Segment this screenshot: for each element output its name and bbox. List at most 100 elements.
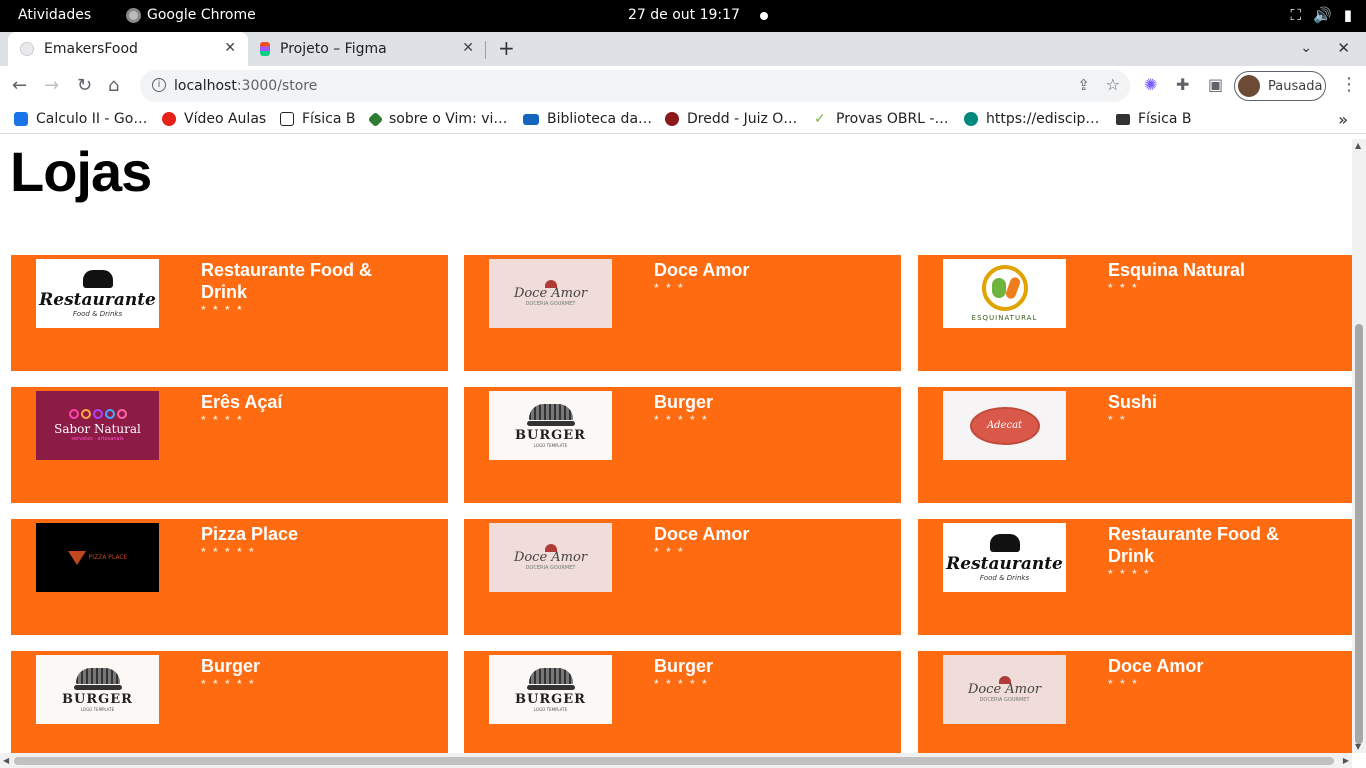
system-tray[interactable]: ⛶ 🔊 ▮	[1291, 6, 1352, 24]
bookmark-item[interactable]: sobre o Vim: vi…	[367, 111, 507, 127]
close-tab-icon[interactable]: ✕	[224, 40, 236, 56]
bookmark-item[interactable]: Dredd - Juiz O…	[665, 111, 797, 127]
clock[interactable]: 27 de out 19:17	[628, 7, 740, 23]
bookmark-item[interactable]: Calculo II - Go…	[14, 111, 147, 127]
store-logo[interactable]: Doce Amor DOCERIA GOURMET	[489, 523, 612, 592]
horizontal-scrollbar[interactable]: ◀ ▶	[0, 753, 1352, 768]
scroll-right-icon[interactable]: ▶	[1343, 756, 1349, 765]
scroll-left-icon[interactable]: ◀	[3, 756, 9, 765]
scrollbar-thumb[interactable]	[1355, 324, 1363, 744]
store-logo[interactable]: BURGER LOGO TEMPLATE	[36, 655, 159, 724]
store-name-text: Restaurante Food & Drink	[201, 260, 373, 302]
window-close-icon[interactable]: ✕	[1337, 39, 1350, 57]
carrot-icon	[1004, 275, 1021, 301]
store-name[interactable]: Erês Açaí * * * *	[201, 391, 401, 427]
store-logo[interactable]: PIZZA PLACE	[36, 523, 159, 592]
tab-search-chevron-icon[interactable]: ⌄	[1300, 40, 1312, 56]
store-card[interactable]: BURGER LOGO TEMPLATE Burger * * * * *	[11, 651, 448, 753]
bookmarks-bar: Calculo II - Go… Vídeo Aulas Física B so…	[0, 106, 1366, 134]
bookmark-item[interactable]: ✓ Provas OBRL -…	[814, 111, 948, 127]
store-rating: * * *	[1108, 677, 1139, 691]
store-logo[interactable]: Adecat	[943, 391, 1066, 460]
store-name[interactable]: Doce Amor * * *	[1108, 655, 1308, 691]
new-tab-icon[interactable]: +	[498, 36, 515, 60]
home-icon[interactable]: ⌂	[108, 75, 119, 96]
store-card[interactable]: Doce Amor DOCERIA GOURMET Doce Amor * * *	[918, 651, 1352, 753]
store-name[interactable]: Pizza Place * * * * *	[201, 523, 401, 559]
logo-text: Sabor Natural	[54, 422, 141, 436]
bookmark-item[interactable]: Física B	[280, 111, 355, 127]
store-name[interactable]: Sushi * *	[1108, 391, 1308, 427]
store-name[interactable]: Burger * * * * *	[654, 655, 854, 691]
app-menu[interactable]: Google Chrome	[126, 7, 256, 23]
reload-icon[interactable]: ↻	[77, 75, 92, 96]
chrome-menu-icon[interactable]: ⋮	[1340, 74, 1358, 95]
forward-arrow-icon[interactable]: →	[44, 75, 59, 96]
activities-button[interactable]: Atividades	[18, 7, 91, 23]
site-info-icon[interactable]: i	[152, 78, 166, 92]
burger-icon	[528, 403, 573, 420]
tab-emakersfood[interactable]: EmakersFood ✕	[8, 32, 248, 66]
address-bar[interactable]: i localhost:3000/store ⇪ ☆	[140, 70, 1130, 102]
scroll-down-icon[interactable]: ▼	[1355, 742, 1361, 751]
store-card[interactable]: Doce Amor DOCERIA GOURMET Doce Amor * * *	[464, 255, 901, 371]
vertical-scrollbar[interactable]: ▲ ▼	[1352, 139, 1366, 753]
logo-text: Doce Amor	[513, 286, 588, 301]
store-name[interactable]: Doce Amor * * *	[654, 523, 854, 559]
store-name[interactable]: Esquina Natural * * *	[1108, 259, 1308, 295]
tab-figma[interactable]: Projeto – Figma ✕	[250, 32, 486, 66]
store-logo[interactable]: Restaurante Food & Drinks	[943, 523, 1066, 592]
store-card[interactable]: BURGER LOGO TEMPLATE Burger * * * * *	[464, 387, 901, 503]
more-bookmarks-icon[interactable]: »	[1338, 110, 1348, 129]
store-logo[interactable]: Doce Amor DOCERIA GOURMET	[489, 259, 612, 328]
store-logo[interactable]: ESQUINATURAL	[943, 259, 1066, 328]
logo-text: Adecat	[969, 406, 1040, 445]
profile-button[interactable]: Pausada	[1234, 71, 1326, 101]
scrollbar-thumb[interactable]	[14, 757, 1334, 765]
burger-icon	[528, 667, 573, 684]
store-logo[interactable]: Sabor Natural sorvetes · artesanais	[36, 391, 159, 460]
scroll-up-icon[interactable]: ▲	[1355, 141, 1361, 150]
logo-text: ESQUINATURAL	[971, 314, 1038, 322]
profile-status: Pausada	[1268, 78, 1323, 94]
store-card[interactable]: Restaurante Food & Drinks Restaurante Food…	[11, 255, 448, 371]
extensions-puzzle-icon[interactable]: ✚	[1176, 75, 1189, 94]
logo-subtext: LOGO TEMPLATE	[533, 706, 568, 712]
bookmark-item[interactable]: Vídeo Aulas	[162, 111, 266, 127]
logo-text: Doce Amor	[513, 550, 588, 565]
bookmark-label: Dredd - Juiz O…	[687, 111, 798, 127]
logo-subtext: sorvetes · artesanais	[71, 436, 124, 442]
bookmark-item[interactable]: Física B	[1116, 111, 1191, 127]
store-name[interactable]: Restaurante Food & Drink * * * *	[201, 259, 401, 317]
bookmark-item[interactable]: Biblioteca da…	[523, 111, 652, 127]
store-name[interactable]: Restaurante Food & Drink * * * *	[1108, 523, 1308, 581]
store-name[interactable]: Doce Amor * * *	[654, 259, 854, 295]
fruit-ring-icon	[981, 265, 1028, 311]
url-text[interactable]: localhost:3000/store	[174, 78, 317, 94]
store-card[interactable]: PIZZA PLACE Pizza Place * * * * *	[11, 519, 448, 635]
share-icon[interactable]: ⇪	[1077, 76, 1090, 94]
store-logo[interactable]: Restaurante Food & Drinks	[36, 259, 159, 328]
store-logo[interactable]: BURGER LOGO TEMPLATE	[489, 655, 612, 724]
back-arrow-icon[interactable]: ←	[12, 75, 27, 96]
volume-icon: 🔊	[1313, 6, 1332, 24]
side-panel-icon[interactable]: ▣	[1208, 75, 1223, 94]
extension-flower-icon[interactable]: ✺	[1144, 75, 1157, 94]
store-card[interactable]: BURGER LOGO TEMPLATE Burger * * * * *	[464, 651, 901, 753]
store-name[interactable]: Burger * * * * *	[654, 391, 854, 427]
store-card[interactable]: ESQUINATURAL Esquina Natural * * *	[918, 255, 1352, 371]
logo-text: BURGER	[515, 427, 586, 443]
browser-toolbar: ← → ↻ ⌂ i localhost:3000/store ⇪ ☆ ✺ ✚ ▣…	[0, 66, 1366, 106]
store-name[interactable]: Burger * * * * *	[201, 655, 401, 691]
store-card[interactable]: Restaurante Food & Drinks Restaurante Food…	[918, 519, 1352, 635]
store-logo[interactable]: BURGER LOGO TEMPLATE	[489, 391, 612, 460]
url-host: localhost	[174, 78, 237, 94]
bookmark-item[interactable]: https://edisci​p…	[964, 111, 1099, 127]
bookmark-star-icon[interactable]: ☆	[1106, 75, 1120, 94]
store-card[interactable]: Sabor Natural sorvetes · artesanais Erês A…	[11, 387, 448, 503]
store-logo[interactable]: Doce Amor DOCERIA GOURMET	[943, 655, 1066, 724]
store-card[interactable]: Adecat Sushi * *	[918, 387, 1352, 503]
store-rating: * * * *	[201, 303, 244, 317]
close-tab-icon[interactable]: ✕	[462, 40, 474, 56]
store-card[interactable]: Doce Amor DOCERIA GOURMET Doce Amor * * *	[464, 519, 901, 635]
